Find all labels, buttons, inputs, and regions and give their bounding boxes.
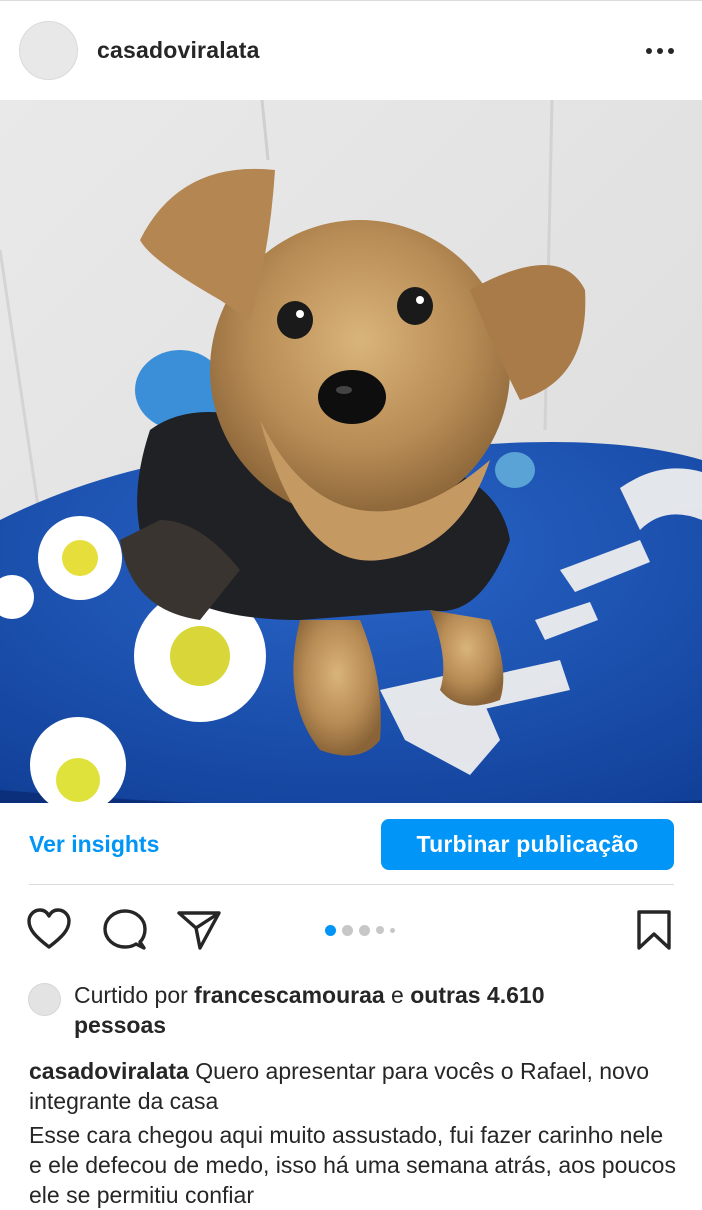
liker-username[interactable]: francescamouraa (194, 982, 385, 1008)
carousel-dot-2 (342, 924, 353, 936)
comment-icon[interactable] (102, 908, 148, 952)
heart-icon[interactable] (26, 907, 72, 951)
likes-suffix[interactable]: pessoas (74, 1012, 166, 1038)
more-horizontal-icon[interactable] (641, 37, 679, 65)
likes-connector: e (384, 982, 411, 1008)
post-caption: casadoviralata Quero apresentar para voc… (29, 1056, 679, 1116)
dog-photo (0, 100, 702, 803)
caption-body: Esse cara chegou aqui muito assustado, f… (29, 1122, 676, 1208)
carousel-indicator (325, 924, 395, 936)
post-header: casadoviralata (0, 0, 702, 100)
carousel-dot-4 (376, 926, 384, 934)
carousel-dot-1 (325, 924, 336, 936)
post-actions-bar: Ver insights Turbinar publicação (0, 803, 702, 885)
likes-others-count[interactable]: outras 4.610 (410, 982, 544, 1008)
post-photo[interactable] (0, 100, 702, 803)
liker-avatar[interactable] (28, 983, 61, 1016)
avatar[interactable] (19, 21, 78, 80)
post-username[interactable]: casadoviralata (97, 37, 260, 64)
bookmark-icon[interactable] (635, 909, 673, 951)
caption-username[interactable]: casadoviralata (29, 1058, 189, 1084)
likes-summary[interactable]: Curtido por francescamouraa e outras 4.6… (74, 980, 674, 1040)
divider (29, 884, 674, 885)
carousel-dot-5 (390, 927, 395, 933)
boost-post-button[interactable]: Turbinar publicação (381, 819, 674, 870)
send-icon[interactable] (176, 909, 222, 951)
insights-link[interactable]: Ver insights (29, 831, 159, 858)
likes-prefix: Curtido por (74, 982, 195, 1008)
carousel-dot-3 (359, 924, 370, 936)
